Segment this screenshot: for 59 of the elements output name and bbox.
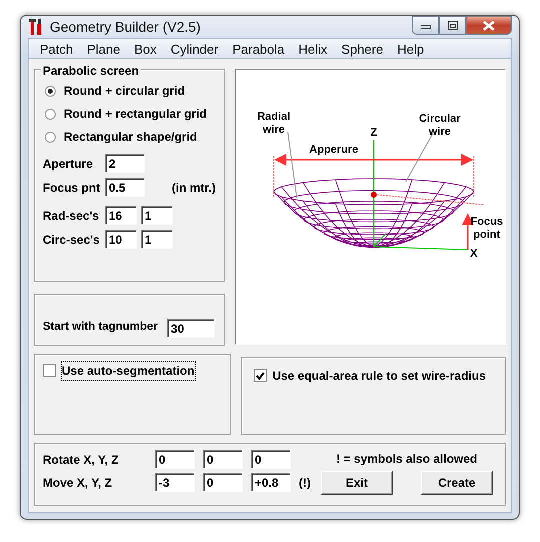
minimize-icon [420,22,430,28]
aperture-label: Apperure [310,144,358,156]
checkbox-label: Use equal-area rule to set wire-radius [272,368,486,385]
radio-label: Rectangular shape/grid [64,129,198,146]
symbol-hint: (!) [299,474,311,492]
checkbox-label: Use auto-segmentation [62,362,195,380]
window-title: Geometry Builder (V2.5) [50,18,201,37]
minimize-button[interactable] [412,16,439,35]
input-field[interactable]: 0 [203,450,243,469]
menu-item[interactable]: Sphere [334,39,390,58]
menu-item[interactable]: Patch [33,39,80,58]
menu-item[interactable]: Helix [292,39,335,58]
close-icon [483,20,495,30]
input-field[interactable]: 1 [141,206,173,225]
input-field[interactable]: +0.8 [251,473,291,492]
input-field[interactable]: -3 [155,473,195,492]
input-field[interactable]: 0.5 [105,178,145,197]
input-field[interactable]: 16 [105,206,137,225]
focus-point-label: Focus point [470,216,504,241]
close-button[interactable] [466,16,512,35]
symbols-note: ! = symbols also allowed [336,451,478,468]
dialog-button[interactable]: Exit [321,471,393,495]
field-label: Move X, Y, Z [43,474,114,492]
tagnumber-label: Start with tagnumber [43,320,158,335]
unit-label: (in mtr.) [172,180,216,196]
radial-wire-label: Radial wire [258,111,290,136]
z-axis-label: Z [370,127,378,139]
radio-button[interactable] [45,132,56,142]
menu-item[interactable]: Cylinder [164,39,226,58]
x-axis-label: X [470,248,478,260]
tagnumber-field[interactable]: 30 [167,319,216,338]
input-field[interactable]: 0 [251,450,291,469]
field-label: Rad-sec's [43,208,100,224]
radio-label: Round + rectangular grid [64,106,208,123]
radio-label: Round + circular grid [64,83,186,100]
menu-item[interactable]: Parabola [226,39,292,58]
checkbox[interactable] [43,364,56,377]
menu-item[interactable]: Help [390,39,432,58]
field-label: Focus pnt [43,180,101,196]
dialog-button[interactable]: Create [421,471,493,495]
menu-item[interactable]: Plane [80,39,128,58]
input-field[interactable]: 1 [141,230,173,249]
input-field[interactable]: 0 [203,473,243,492]
circular-wire-label: Circular wire [419,113,461,138]
checkbox[interactable] [254,369,267,382]
input-field[interactable]: 0 [155,450,195,469]
input-field[interactable]: 10 [105,230,137,249]
tools-icon [28,18,44,36]
input-field[interactable]: 2 [105,154,145,173]
field-label: Rotate X, Y, Z [43,452,120,468]
maximize-button[interactable] [439,16,466,35]
field-label: Aperture [43,156,94,172]
focus-point-marker [371,192,377,198]
leader-line [288,132,298,198]
radio-button[interactable] [45,108,56,120]
menu-item[interactable]: Box [128,39,164,58]
maximize-icon [448,21,458,30]
radio-button[interactable] [45,86,56,96]
field-label: Circ-sec's [43,232,101,248]
